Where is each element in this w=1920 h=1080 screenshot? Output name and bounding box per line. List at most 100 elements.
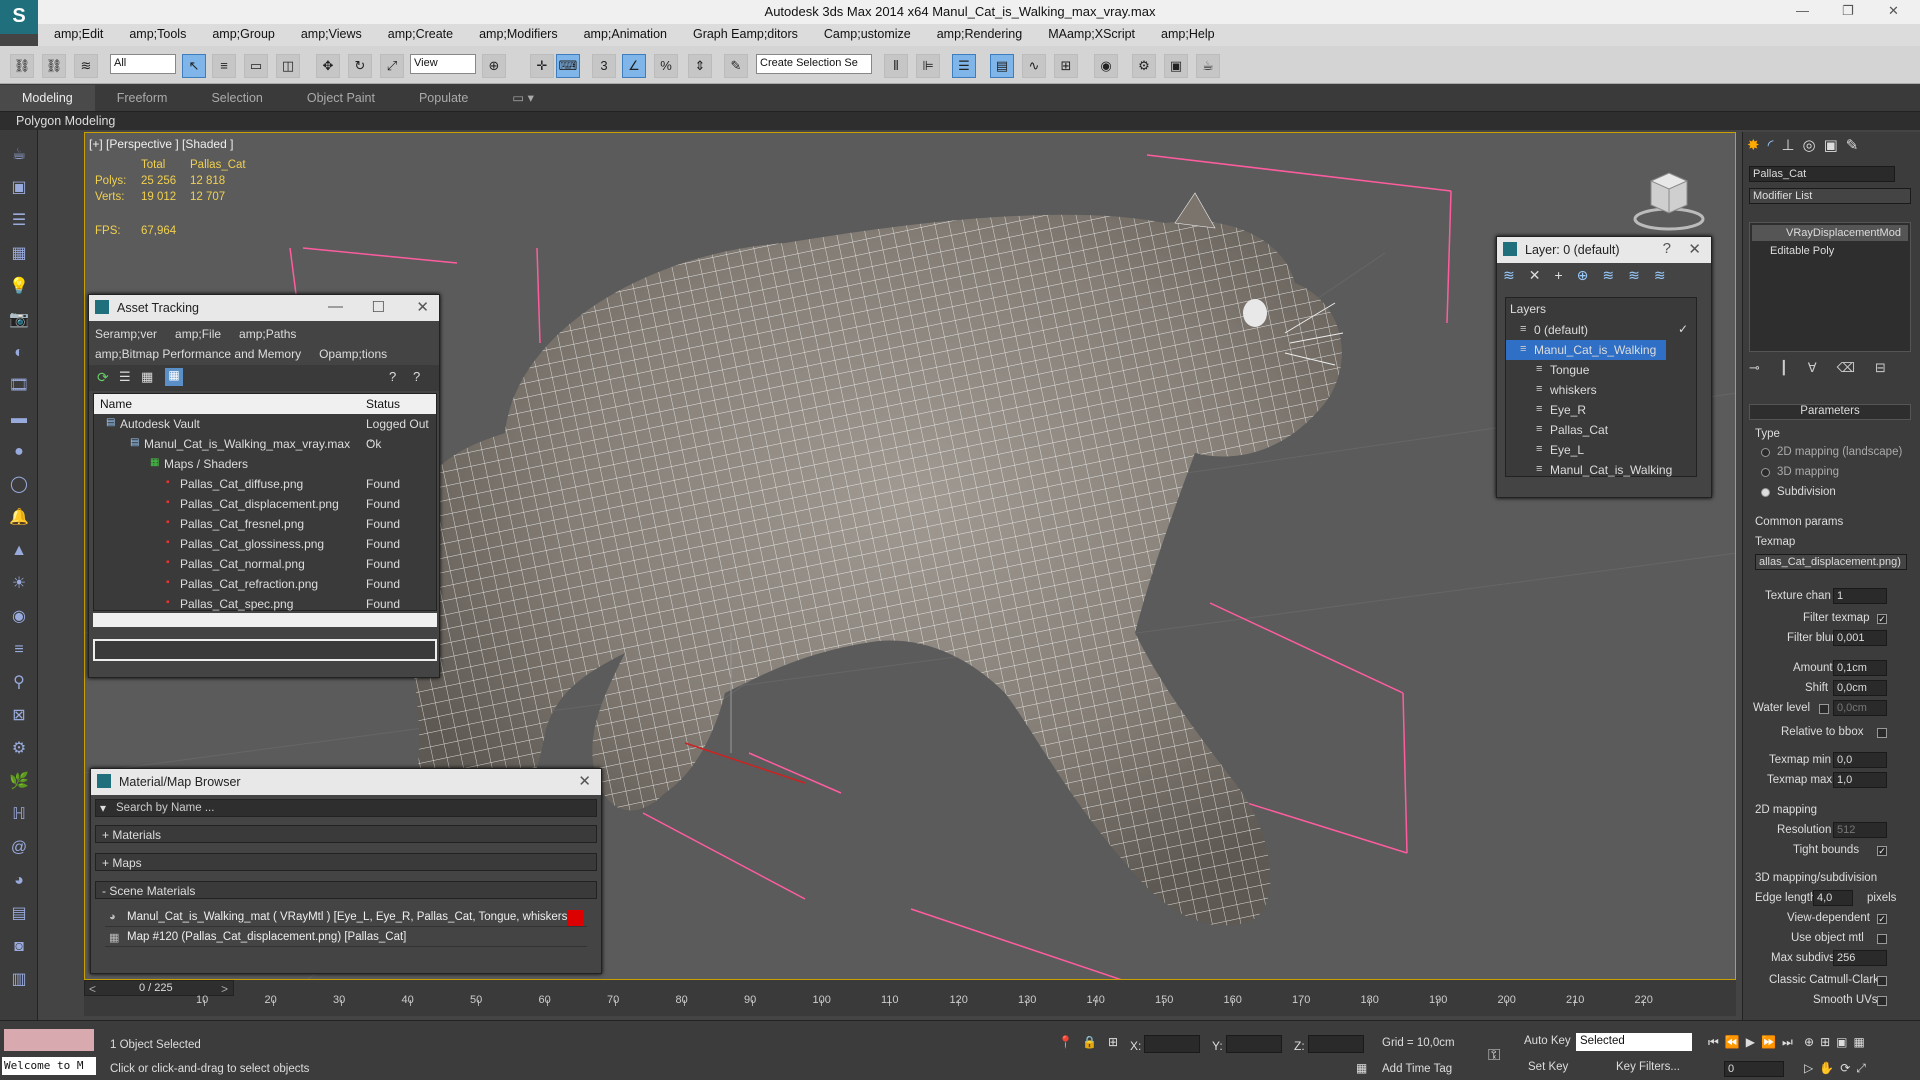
search-options-icon[interactable]: ▾ [100,801,106,815]
minimize-icon[interactable]: — [1796,3,1809,18]
select-object-icon[interactable]: ↖ [182,54,206,78]
menu-item-8[interactable]: Camp;ustomize [808,24,921,46]
current-frame-field[interactable]: 0 [1724,1061,1784,1077]
isolate-icon[interactable]: 📍 [1058,1035,1073,1049]
select-objects-icon[interactable]: ≋ [1602,267,1614,289]
active-layer-check-icon[interactable]: ✓ [1678,322,1688,336]
city-icon[interactable]: ▥ [8,969,30,991]
percent-snap-icon[interactable]: % [654,54,678,78]
layer-row[interactable]: ≡ Tongue [1506,360,1696,380]
asset-menu-2[interactable]: amp;Paths [239,327,296,341]
maximize-icon[interactable]: ❐ [1842,3,1854,19]
table-row[interactable]: ▪ Pallas_Cat_glossiness.png Found [94,534,436,554]
create-tab-icon[interactable]: ✸ [1747,136,1760,158]
table-row[interactable]: ▪ Pallas_Cat_fresnel.png Found [94,514,436,534]
texmap-button[interactable]: allas_Cat_displacement.png) [1755,554,1907,570]
minimize-icon[interactable]: — [328,298,343,315]
display-tab-icon[interactable]: ▣ [1824,136,1838,158]
teapot-icon[interactable]: ☕ [8,144,30,166]
layer-row[interactable]: ≡ whiskers [1506,380,1696,400]
layer-row[interactable]: ≡ Manul_Cat_is_Walking [1506,460,1696,480]
amount-spinner[interactable]: 0,1cm [1833,660,1887,676]
table-view-icon[interactable]: ▦ [141,369,153,385]
table-row[interactable]: ▪ Pallas_Cat_diffuse.png Found [94,474,436,494]
rect-selection-icon[interactable]: ▭ [244,54,268,78]
configure-sets-icon[interactable]: ⊟ [1875,360,1886,378]
keyboard-shortcut-icon[interactable]: ⌨ [556,54,580,78]
view-dependent-checkbox[interactable]: ✓ [1877,914,1887,924]
key-mode-dropdown[interactable]: Selected [1576,1033,1692,1051]
stack-item-vraydisplacementmod[interactable]: VRayDisplacementMod [1752,225,1908,241]
asset-tracking-titlebar[interactable]: Asset Tracking — ☐ ✕ [89,295,439,321]
play-icon[interactable]: ▶ [1746,1035,1755,1050]
asset-menu-1[interactable]: amp;File [175,327,221,341]
max-subdivs-spinner[interactable]: 256 [1833,950,1887,966]
material-group-1[interactable]: + Maps [95,853,597,871]
layer-row[interactable]: ≡ Pallas_Cat [1506,420,1696,440]
show-end-result-icon[interactable]: ┃ [1780,360,1788,378]
layer-row[interactable]: ≡ Manul_Cat_is_Walking [1506,340,1666,360]
time-tag-icon[interactable]: ▦ [1356,1061,1367,1075]
filter-texmap-checkbox[interactable]: ✓ [1877,614,1887,624]
material-entry[interactable]: ▦ Map #120 (Pallas_Cat_displacement.png) … [105,929,587,947]
delete-layer-icon[interactable]: ✕ [1529,267,1541,289]
bell-icon[interactable]: 🔔 [8,507,30,529]
pan-icon[interactable]: ✋ [1819,1061,1834,1076]
layer-panel-titlebar[interactable]: Layer: 0 (default) ? ✕ [1497,237,1711,263]
edit-named-sel-icon[interactable]: ✎ [724,54,748,78]
ribbon-options-icon[interactable]: ▭ ▾ [490,90,556,111]
help-2-icon[interactable]: ? [413,369,420,384]
box-icon[interactable]: ▬ [8,408,30,430]
viewport-label[interactable]: [+] [Perspective ] [Shaded ] [89,137,233,151]
disc-icon[interactable]: ◉ [8,606,30,628]
select-by-name-icon[interactable]: ≡ [212,54,236,78]
remove-modifier-icon[interactable]: ⌫ [1837,360,1855,378]
link-icon[interactable]: ⚲ [8,672,30,694]
menu-item-11[interactable]: amp;Help [1145,24,1225,46]
smooth-uvs-checkbox[interactable] [1877,996,1887,1006]
cone-icon[interactable]: ▲ [8,540,30,562]
graphite-toggle-icon[interactable]: ▤ [990,54,1014,78]
menu-item-1[interactable]: amp;Tools [113,24,196,46]
audio-icon[interactable]: ◐ [8,342,30,364]
radio-subdivision[interactable] [1761,488,1770,497]
utilities-tab-icon[interactable]: ✎ [1846,136,1859,158]
zoom-icon[interactable]: ⊕ [1804,1035,1814,1049]
texmap-min-spinner[interactable]: 0,0 [1833,752,1887,768]
render-icon[interactable]: ▣ [8,177,30,199]
ribbon-tab-4[interactable]: Populate [397,91,490,111]
auto-key-button[interactable]: Auto Key [1524,1035,1571,1047]
help-icon[interactable]: ? [1663,240,1671,257]
use-object-mtl-checkbox[interactable] [1877,934,1887,944]
grid-icon[interactable]: ▤ [8,903,30,925]
ribbon-tab-1[interactable]: Freeform [95,91,190,111]
light-icon[interactable]: 💡 [8,276,30,298]
layer-row[interactable]: ≡ Eye_L [1506,440,1696,460]
key-filters-button[interactable]: Key Filters... [1616,1061,1680,1073]
ref-coord-dropdown[interactable]: View [410,54,476,74]
object-name-field[interactable]: Pallas_Cat [1749,166,1895,182]
table-row[interactable]: ▤ Manul_Cat_is_Walking_max_vray.max Ok [94,434,436,454]
resolution-spinner[interactable]: 512 [1833,822,1887,838]
relative-bbox-checkbox[interactable] [1877,728,1887,738]
gear-icon[interactable]: ⚙ [8,738,30,760]
modifier-list-dropdown[interactable]: Modifier List [1749,188,1911,204]
menu-item-5[interactable]: amp;Modifiers [463,24,568,46]
asset-path-field[interactable] [93,639,437,661]
add-selection-icon[interactable]: ⊕ [1577,267,1589,289]
window-crossing-icon[interactable]: ◫ [276,54,300,78]
layer-manager-icon[interactable]: ☰ [952,54,976,78]
layer-row[interactable]: ≡ 0 (default) ✓ [1506,320,1696,340]
maxscript-listener[interactable] [4,1029,94,1051]
viewcube-icon[interactable] [1631,163,1707,233]
classic-catmull-clark-checkbox[interactable] [1877,976,1887,986]
rotate-icon[interactable]: ↻ [348,54,372,78]
material-group-0[interactable]: + Materials [95,825,597,843]
table-row[interactable]: ▦ Maps / Shaders [94,454,436,474]
unlink-icon[interactable]: ⛓ [42,54,66,78]
key-icon[interactable]: ⚿ [1488,1047,1500,1065]
lock-selection-icon[interactable]: 🔒 [1082,1035,1097,1049]
render2-icon[interactable]: ◙ [8,936,30,958]
asset-menu2-0[interactable]: amp;Bitmap Performance and Memory [95,347,301,361]
edge-length-spinner[interactable]: 4,0 [1813,890,1853,906]
